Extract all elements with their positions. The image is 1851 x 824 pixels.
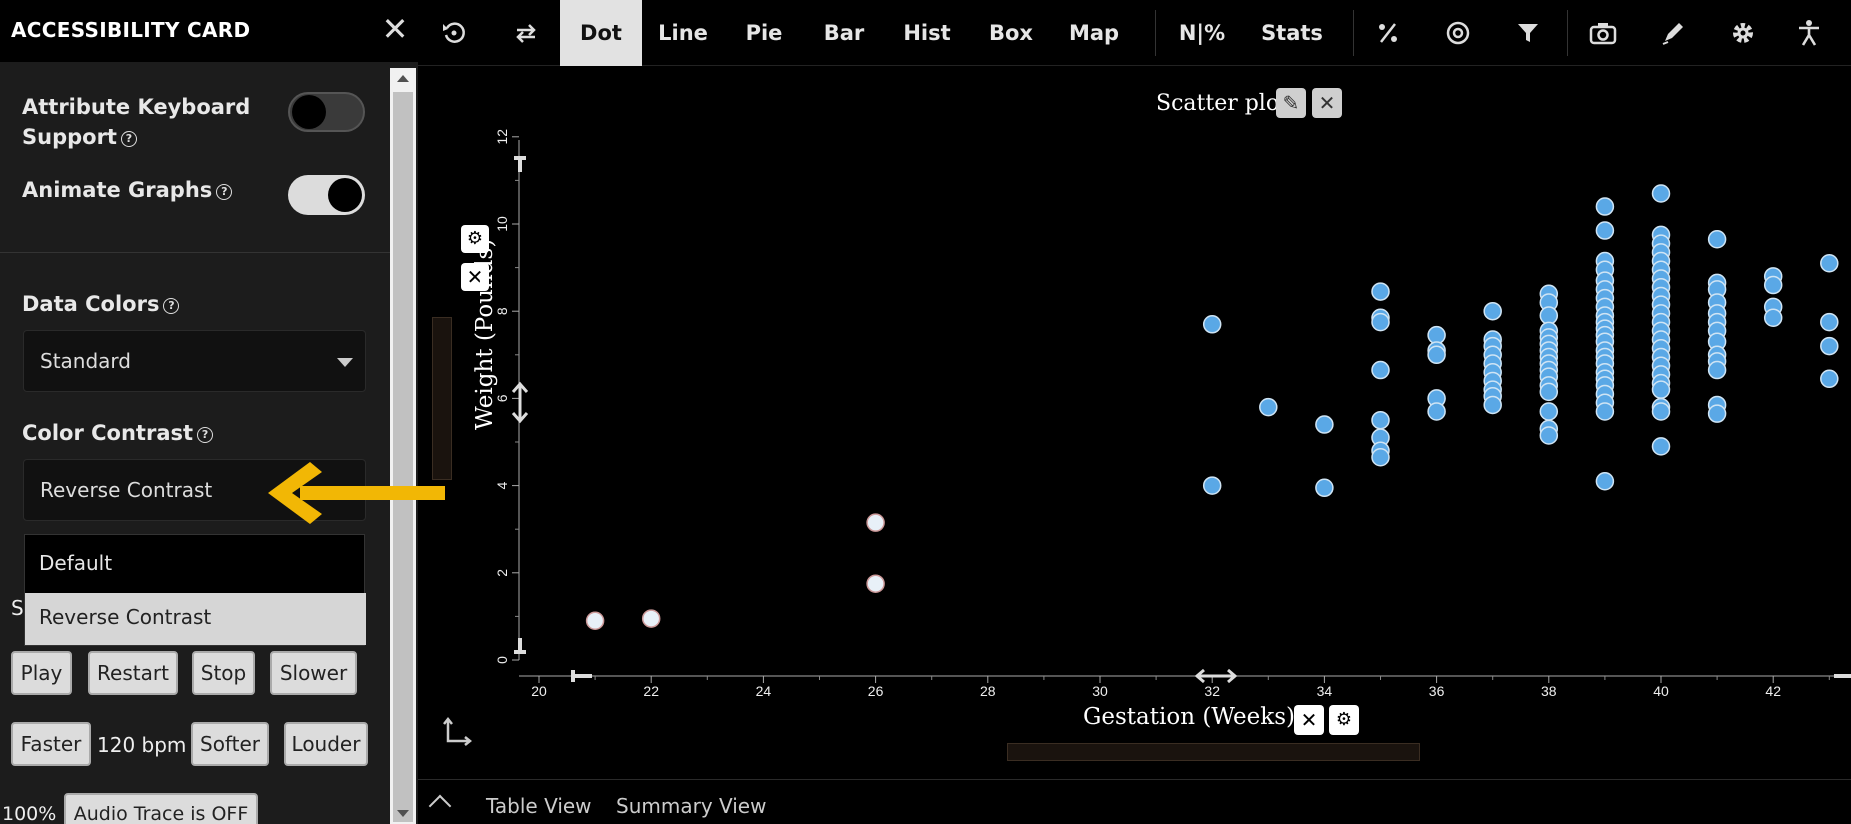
axis-swap-icon-glyph xyxy=(443,716,473,746)
louder-button[interactable]: Louder xyxy=(284,722,368,766)
keyboard-support-toggle[interactable] xyxy=(288,92,365,132)
plot-title[interactable]: Scatter plot xyxy=(1156,91,1288,116)
faster-button[interactable]: Faster xyxy=(11,722,91,766)
y-axis-title[interactable]: Weight (Pounds) xyxy=(472,239,498,430)
table-view-tab[interactable]: Table View xyxy=(486,794,592,818)
restart-button[interactable]: Restart xyxy=(88,651,178,695)
tab-n-percent[interactable]: N|% xyxy=(1160,0,1244,66)
keyboard-support-label-line1: Attribute Keyboard xyxy=(22,95,251,119)
panel-scrollbar[interactable] xyxy=(390,68,416,824)
tempo-value: 120 bpm xyxy=(97,733,187,757)
play-button[interactable]: Play xyxy=(11,651,72,695)
softer-button[interactable]: Softer xyxy=(191,722,269,766)
color-contrast-value: Reverse Contrast xyxy=(40,478,213,502)
chevron-up-icon[interactable] xyxy=(428,794,452,818)
top-toolbar: Dot Line Pie Bar Hist Box Map N|% Stats xyxy=(418,0,1851,66)
tab-line[interactable]: Line xyxy=(642,0,724,66)
tab-pie[interactable]: Pie xyxy=(724,0,804,66)
pen-icon[interactable] xyxy=(1642,0,1704,66)
animate-graphs-toggle[interactable] xyxy=(288,175,365,215)
volume-value: 100% xyxy=(2,803,57,824)
reset-icon[interactable] xyxy=(432,0,476,66)
toggle-knob xyxy=(292,95,326,129)
keyboard-support-label-line2: Support xyxy=(22,125,117,149)
camera-icon-glyph xyxy=(1589,23,1617,45)
chevron-down-icon xyxy=(337,358,353,367)
toolbar-separator xyxy=(1353,10,1354,56)
reset-icon-glyph xyxy=(443,22,465,43)
accessibility-icon-glyph xyxy=(1799,20,1819,46)
x-axis-settings-gear-icon[interactable]: ⚙ xyxy=(1329,705,1359,735)
scroll-down-icon[interactable] xyxy=(390,806,416,820)
swap-icon[interactable] xyxy=(504,0,548,66)
help-icon[interactable]: ? xyxy=(163,298,180,314)
animate-graphs-label-text: Animate Graphs xyxy=(22,178,213,202)
pen-icon-glyph xyxy=(1662,23,1683,45)
tab-box[interactable]: Box xyxy=(970,0,1052,66)
percent-icon-glyph xyxy=(1379,23,1397,43)
y-drop-zone[interactable] xyxy=(432,317,452,480)
dropdown-option-reverse-contrast[interactable]: Reverse Contrast xyxy=(25,593,366,645)
tab-bar[interactable]: Bar xyxy=(804,0,884,66)
accessibility-icon[interactable] xyxy=(1778,0,1840,66)
gear-icon-glyph xyxy=(1733,23,1753,43)
sonify-label-partial: S xyxy=(11,596,24,620)
x-axis-title[interactable]: Gestation (Weeks) xyxy=(1083,704,1295,730)
camera-icon[interactable] xyxy=(1572,0,1634,66)
data-colors-label: Data Colors? xyxy=(22,292,180,316)
filter-icon-glyph xyxy=(1518,24,1538,42)
dropdown-option-default[interactable]: Default xyxy=(25,539,366,591)
color-contrast-label: Color Contrast? xyxy=(22,421,214,445)
slower-button[interactable]: Slower xyxy=(270,651,357,695)
filter-icon[interactable] xyxy=(1498,0,1558,66)
tab-stats[interactable]: Stats xyxy=(1244,0,1340,66)
tab-map[interactable]: Map xyxy=(1052,0,1136,66)
x-drop-zone[interactable] xyxy=(1007,743,1420,761)
tab-hist[interactable]: Hist xyxy=(884,0,970,66)
help-icon[interactable]: ? xyxy=(197,427,214,443)
keyboard-support-label: Attribute Keyboard Support? xyxy=(22,92,250,152)
target-icon-glyph xyxy=(1446,21,1470,45)
toggle-knob xyxy=(328,178,362,212)
remove-title-icon[interactable]: ✕ xyxy=(1312,88,1342,118)
help-icon[interactable]: ? xyxy=(120,131,137,147)
remove-x-attribute-icon[interactable]: ✕ xyxy=(1294,705,1324,735)
graph-area: Scatter plot ✎ ✕ ✕ ⚙ ✕ ⚙ xyxy=(418,67,1851,779)
axis-swap-icon[interactable] xyxy=(442,715,474,747)
toolbar-separator xyxy=(1155,10,1156,56)
chevron-down-icon xyxy=(337,487,353,496)
data-colors-value: Standard xyxy=(40,349,131,373)
panel-header: ACCESSIBILITY CARD ✕ xyxy=(0,0,418,62)
edit-title-icon[interactable]: ✎ xyxy=(1276,88,1306,118)
color-contrast-select[interactable]: Reverse Contrast xyxy=(23,459,366,521)
stop-button[interactable]: Stop xyxy=(192,651,255,695)
audio-trace-button[interactable]: Audio Trace is OFF xyxy=(64,793,258,824)
color-contrast-dropdown: Default Reverse Contrast xyxy=(24,534,366,646)
target-icon[interactable] xyxy=(1428,0,1488,66)
bottom-bar: Table View Summary View xyxy=(418,779,1851,824)
scrollbar-thumb[interactable] xyxy=(393,92,413,822)
color-contrast-label-text: Color Contrast xyxy=(22,421,194,445)
close-icon[interactable]: ✕ xyxy=(380,12,410,46)
percent-icon[interactable] xyxy=(1358,0,1418,66)
swap-icon-glyph xyxy=(516,24,536,43)
help-icon[interactable]: ? xyxy=(216,184,233,200)
animate-graphs-label: Animate Graphs? xyxy=(22,178,233,202)
accessibility-card: ACCESSIBILITY CARD ✕ Attribute Keyboard … xyxy=(0,0,418,824)
section-divider xyxy=(0,252,390,253)
gear-icon[interactable] xyxy=(1712,0,1774,66)
scroll-up-icon[interactable] xyxy=(390,72,416,86)
toolbar-separator xyxy=(1567,10,1568,56)
tab-dot[interactable]: Dot xyxy=(560,0,642,66)
data-colors-label-text: Data Colors xyxy=(22,292,160,316)
data-colors-select[interactable]: Standard xyxy=(23,330,366,392)
summary-view-tab[interactable]: Summary View xyxy=(616,794,766,818)
panel-title: ACCESSIBILITY CARD xyxy=(11,18,251,42)
